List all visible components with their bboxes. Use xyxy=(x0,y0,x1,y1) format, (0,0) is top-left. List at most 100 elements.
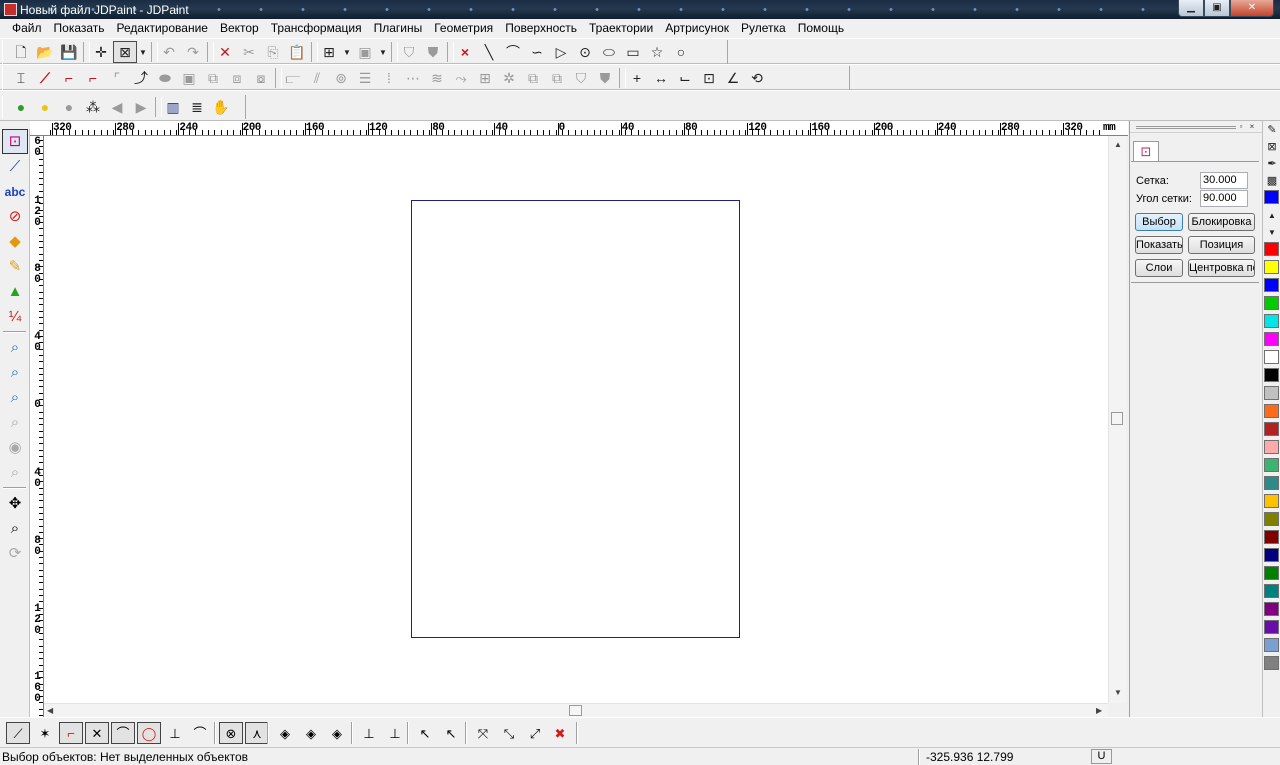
transform-a-icon[interactable]: ⤧ xyxy=(471,722,495,744)
menu-item-1[interactable]: Показать xyxy=(48,19,111,38)
triangle-icon[interactable]: ▷ xyxy=(549,41,573,63)
group-3d-icon[interactable]: ▣ xyxy=(353,41,377,63)
align-icon[interactable]: ⧇ xyxy=(249,67,273,89)
boolean-diff-icon[interactable]: ⧉ xyxy=(545,67,569,89)
menu-item-9[interactable]: Артрисунок xyxy=(659,19,735,38)
paste-icon[interactable]: 📋 xyxy=(285,41,309,63)
color-swatch[interactable] xyxy=(1264,296,1279,310)
diamond-c-icon[interactable]: ◈ xyxy=(325,722,349,744)
diamond-a-icon[interactable]: ◈ xyxy=(273,722,297,744)
rotate-tool-icon[interactable]: ⟳ xyxy=(2,541,28,566)
color-swatch[interactable] xyxy=(1264,404,1279,418)
text-tool-icon[interactable]: abc xyxy=(2,179,28,204)
show-button[interactable]: Показать xyxy=(1135,236,1183,254)
corner-snap-icon[interactable]: ⌐ xyxy=(59,722,83,744)
clear-snap-icon[interactable]: ✖ xyxy=(548,722,572,744)
spline-icon[interactable]: ∽ xyxy=(525,41,549,63)
transform-b-icon[interactable]: ⤡ xyxy=(497,722,521,744)
drawing-canvas[interactable] xyxy=(44,136,1108,703)
zoom-in-icon[interactable]: ⌕ xyxy=(2,385,28,410)
corner-icon[interactable]: ⌐ xyxy=(57,67,81,89)
color-swatch[interactable] xyxy=(1264,602,1279,616)
base-line-icon[interactable]: ⊥ xyxy=(357,722,381,744)
base-line-b-icon[interactable]: ⊥ xyxy=(383,722,407,744)
undo-icon[interactable]: ↶ xyxy=(157,41,181,63)
menu-item-7[interactable]: Поверхность xyxy=(499,19,583,38)
crosshair-icon[interactable]: ✛ xyxy=(89,41,113,63)
bulbs-multi-icon[interactable]: ⁂ xyxy=(81,96,105,118)
line-snap-icon[interactable]: ⟋ xyxy=(6,722,30,744)
zoom-all-icon[interactable]: ⌕ xyxy=(2,460,28,485)
color-swatch[interactable] xyxy=(1264,494,1279,508)
eyedropper-icon[interactable]: ✒ xyxy=(1264,156,1280,172)
rotate-view-icon[interactable]: ⟲ xyxy=(745,67,769,89)
menu-item-4[interactable]: Трансформация xyxy=(265,19,368,38)
intersect-snap-icon[interactable]: ✶ xyxy=(33,722,57,744)
rectangle-icon[interactable]: ▭ xyxy=(621,41,645,63)
trim-icon[interactable]: ⌶ xyxy=(9,67,33,89)
lock-button[interactable]: Блокировка xyxy=(1188,213,1255,231)
circle-center-icon[interactable]: ⊙ xyxy=(573,41,597,63)
chamfer-icon[interactable]: ⌐ xyxy=(81,67,105,89)
center-by-button[interactable]: Центровка по xyxy=(1188,259,1255,277)
shield-right-icon[interactable]: ⛊ xyxy=(421,41,445,63)
palette-up-icon[interactable]: ▲ xyxy=(1264,208,1280,224)
dropdown-arrow-icon[interactable]: ▼ xyxy=(341,41,353,63)
menu-item-8[interactable]: Траектории xyxy=(583,19,659,38)
explode-icon[interactable]: ✲ xyxy=(497,67,521,89)
dropdown-arrow-icon[interactable]: ▼ xyxy=(377,41,389,63)
new-file-icon[interactable]: 🗋 xyxy=(9,41,33,63)
menu-item-11[interactable]: Помощь xyxy=(792,19,850,38)
transform-c-icon[interactable]: ⤢ xyxy=(523,722,547,744)
angle-snap-icon[interactable]: ⋏ xyxy=(245,722,269,744)
color-swatch[interactable] xyxy=(1264,512,1279,526)
arrow-left-gray-icon[interactable]: ◀ xyxy=(105,96,129,118)
array-icon[interactable]: ⧉ xyxy=(201,67,225,89)
color-swatch[interactable] xyxy=(1264,440,1279,454)
grid-snap-icon[interactable]: ⊞ xyxy=(473,67,497,89)
node-edit-icon[interactable]: ⋯ xyxy=(401,67,425,89)
bell-tool-icon[interactable]: ▲ xyxy=(2,279,28,304)
frame-icon[interactable]: ▣ xyxy=(177,67,201,89)
wave-icon[interactable]: ≋ xyxy=(425,67,449,89)
paint-tool-icon[interactable]: ✎ xyxy=(2,254,28,279)
open-folder-icon[interactable]: 📂 xyxy=(33,41,57,63)
zoom-out-icon[interactable]: ⌕ xyxy=(2,360,28,385)
perpendicular-snap-icon[interactable]: ⊥ xyxy=(163,722,187,744)
color-swatch[interactable] xyxy=(1264,530,1279,544)
scroll-up-icon[interactable]: ▲ xyxy=(1114,140,1122,149)
node-tool-icon[interactable]: ⟋ xyxy=(2,154,28,179)
no-fill-icon[interactable]: ⊠ xyxy=(1264,139,1280,155)
color-swatch[interactable] xyxy=(1264,242,1279,256)
vertical-scroll-thumb[interactable] xyxy=(1111,412,1123,425)
star-icon[interactable]: ☆ xyxy=(645,41,669,63)
stop-tool-icon[interactable]: ⊘ xyxy=(2,204,28,229)
pan-icon[interactable]: ✥ xyxy=(2,491,28,516)
position-button[interactable]: Позиция xyxy=(1188,236,1255,254)
bulb-green-icon[interactable]: ● xyxy=(9,96,33,118)
color-swatch[interactable] xyxy=(1264,548,1279,562)
menu-item-3[interactable]: Вектор xyxy=(214,19,265,38)
minimize-button[interactable]: ▁ xyxy=(1178,0,1204,17)
copy-icon[interactable]: ⎘ xyxy=(261,41,285,63)
select-box-icon[interactable]: ⊠ xyxy=(113,41,137,63)
center-snap-icon[interactable]: ⊗ xyxy=(219,722,243,744)
tab-select-properties[interactable]: ⊡ xyxy=(1133,141,1159,162)
color-swatch[interactable] xyxy=(1264,656,1279,670)
scroll-left-icon[interactable]: ◀ xyxy=(47,706,53,715)
grid-angle-input[interactable]: 90.000 xyxy=(1200,190,1248,207)
layers-icon[interactable]: ▥ xyxy=(161,96,185,118)
menu-item-0[interactable]: Файл xyxy=(6,19,48,38)
circle-icon[interactable]: ○ xyxy=(669,41,693,63)
cut-icon[interactable]: ✂ xyxy=(237,41,261,63)
dimension-icon[interactable]: ↔ xyxy=(649,67,673,89)
color-swatch[interactable] xyxy=(1264,566,1279,580)
horizontal-scrollbar[interactable]: ◀ ▶ xyxy=(44,703,1108,717)
menu-item-6[interactable]: Геометрия xyxy=(428,19,499,38)
pen-tool-icon[interactable]: ✎ xyxy=(1264,122,1280,138)
app-icon[interactable] xyxy=(4,3,17,16)
curve-edit-icon[interactable]: ⤳ xyxy=(449,67,473,89)
offset-icon[interactable]: ⌜ xyxy=(105,67,129,89)
slot-icon[interactable]: ⬬ xyxy=(153,67,177,89)
grid-input[interactable]: 30.000 xyxy=(1200,172,1248,189)
